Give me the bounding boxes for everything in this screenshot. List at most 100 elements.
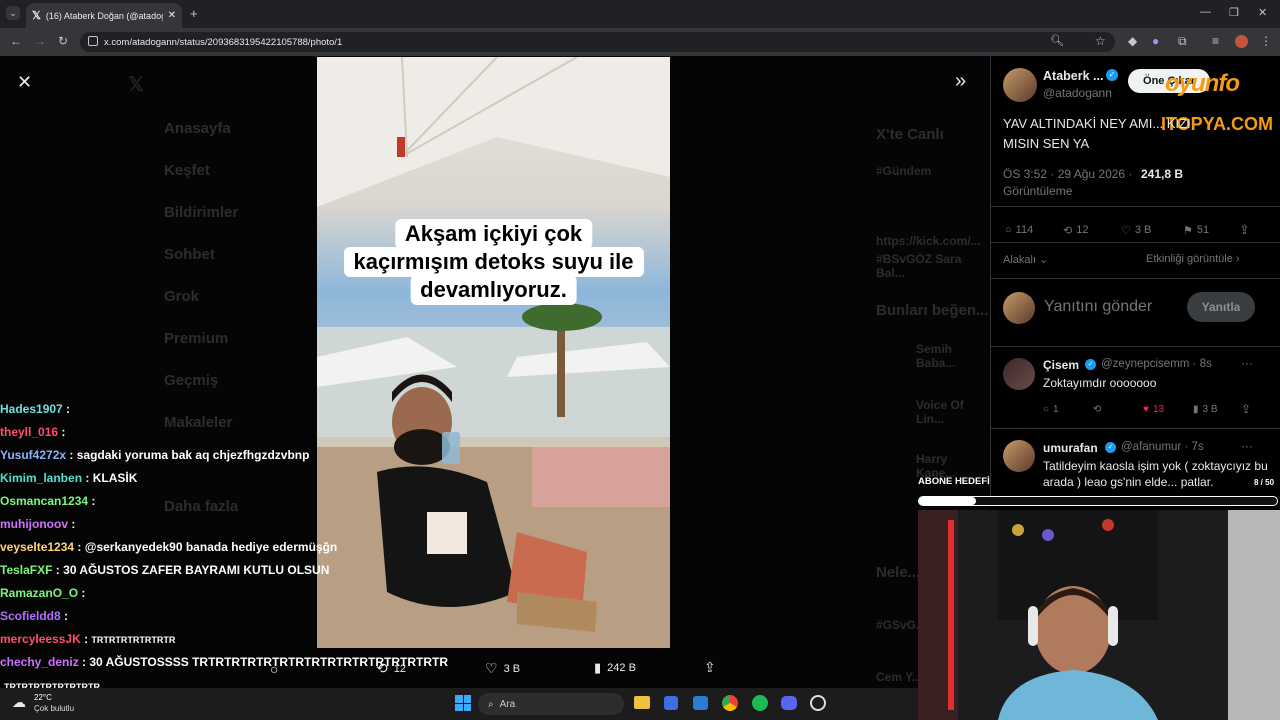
man-figure xyxy=(377,374,597,632)
tweet-time[interactable]: ÖS 3:52 · 29 Ağu 2026 · xyxy=(1003,167,1132,181)
reply-author[interactable]: umurafan xyxy=(1043,441,1098,455)
address-bar[interactable]: x.com/atadogann/status/20936831954221057… xyxy=(80,32,1115,52)
reply-author[interactable]: Çisem xyxy=(1043,358,1079,372)
menu-icon[interactable]: ⋮ xyxy=(1260,34,1272,48)
divider xyxy=(991,242,1280,243)
reply-like-count: 13 xyxy=(1152,404,1165,415)
outlook-icon[interactable] xyxy=(693,696,708,710)
sub-goal-bar xyxy=(918,496,1278,506)
minimize-icon[interactable]: — xyxy=(1200,6,1211,18)
chat-separator: : xyxy=(82,471,93,485)
tab-search-icon[interactable]: ⌄ xyxy=(6,6,20,20)
view-activity-link[interactable]: Etkinliği görüntüle › xyxy=(1146,253,1240,265)
close-media-icon[interactable]: ✕ xyxy=(17,72,32,93)
more-icon[interactable]: ··· xyxy=(1241,439,1253,453)
reply-input[interactable]: Yanıtını gönder xyxy=(1044,298,1152,316)
reply-views-button[interactable]: ▮ 3 B xyxy=(1193,404,1218,415)
bg-nav-premium: Premium xyxy=(164,330,229,347)
site-info-icon[interactable] xyxy=(88,36,98,46)
chat-username[interactable]: TeslaFXF xyxy=(0,563,52,577)
browser-tab[interactable]: 𝕏 (16) Ataberk Doğan (@atadoga... ✕ xyxy=(26,3,182,28)
file-explorer-icon[interactable] xyxy=(634,696,650,709)
discord-icon[interactable] xyxy=(781,696,797,710)
divider xyxy=(991,206,1280,207)
chat-username[interactable]: muhijonoov xyxy=(0,517,68,531)
reply-handle[interactable]: @zeynepcisemm · 8s xyxy=(1101,358,1212,370)
author-name[interactable]: Ataberk ... xyxy=(1043,69,1103,83)
tab-close-icon[interactable]: ✕ xyxy=(168,10,176,21)
retweet-stat-button[interactable]: ⟲ 12 xyxy=(1063,224,1088,237)
reply-reply-button[interactable]: ○ 1 xyxy=(1043,404,1059,415)
extension-icon[interactable]: ◆ xyxy=(1128,34,1137,48)
reload-icon[interactable]: ↻ xyxy=(58,34,68,48)
reply-text: Zoktayımdır ooooooo xyxy=(1043,376,1157,390)
author-avatar[interactable] xyxy=(1003,68,1037,102)
reply-button[interactable]: Yanıtla xyxy=(1187,292,1255,322)
sidebar-icon[interactable]: ≡ xyxy=(1212,34,1219,48)
media-views-button[interactable]: ▮ 242 B xyxy=(594,660,636,676)
chat-separator: : xyxy=(62,402,71,416)
activity-label: Etkinliği görüntüle xyxy=(1146,253,1233,265)
extension2-icon[interactable]: ● xyxy=(1152,34,1159,48)
spotify-icon[interactable] xyxy=(752,695,768,711)
retweet-count: 12 xyxy=(1076,224,1089,236)
reply-avatar[interactable] xyxy=(1003,358,1035,390)
chat-text: 30 AĞUSTOS ZAFER BAYRAMI KUTLU OLSUN xyxy=(63,563,330,577)
chat-separator: : xyxy=(74,540,85,554)
chat-text: sagdaki yoruma bak aq chjezfhgzdzvbnp xyxy=(76,448,310,462)
bookmark-stat-button[interactable]: ⚑ 51 xyxy=(1183,224,1209,237)
profile-avatar[interactable] xyxy=(1235,35,1248,48)
reply-icon: ○ xyxy=(1005,224,1012,236)
zoom-icon[interactable]: 🔍︎ xyxy=(1050,34,1064,47)
sort-dropdown[interactable]: Alakalı ⌄ xyxy=(1003,253,1048,266)
chat-username[interactable]: Yusuf4272x xyxy=(0,448,66,462)
reply-like-button[interactable]: ♥ 13 xyxy=(1143,404,1164,415)
media-share-icon[interactable]: ⇪ xyxy=(704,659,716,676)
bg-live-link: https://kick.com/... xyxy=(876,234,981,248)
windows-taskbar: ☁ 22°C Çok bulutlu ⌕ Ara xyxy=(0,688,918,720)
window-close-icon[interactable]: ✕ xyxy=(1258,6,1267,19)
bg-nav-history: Geçmiş xyxy=(164,372,219,389)
chat-username[interactable]: chechy_deniz xyxy=(0,655,79,669)
chat-username[interactable]: Osmancan1234 xyxy=(0,494,88,508)
divider xyxy=(991,278,1280,279)
media-like-button[interactable]: ♡ 3 B xyxy=(485,660,520,677)
forward-icon[interactable]: → xyxy=(34,34,46,48)
windows-start-icon[interactable] xyxy=(455,695,471,711)
new-tab-icon[interactable]: + xyxy=(190,6,198,21)
tab-title: (16) Ataberk Doğan (@atadoga... xyxy=(45,10,163,21)
chat-username[interactable]: veyselte1234 xyxy=(0,540,74,554)
reply-stat-button[interactable]: ○ 114 xyxy=(1005,224,1033,236)
chat-username[interactable]: Kimim_lanben xyxy=(0,471,82,485)
media-like-count: 3 B xyxy=(503,662,521,675)
reply-handle[interactable]: @afanumur · 7s xyxy=(1121,441,1204,453)
more-icon[interactable]: ··· xyxy=(1241,356,1253,370)
share-icon[interactable]: ⇪ xyxy=(1241,402,1251,416)
chat-username[interactable]: Scofieldd8 xyxy=(0,609,61,623)
reply-avatar[interactable] xyxy=(1003,440,1035,472)
maximize-icon[interactable]: ❐ xyxy=(1229,6,1239,19)
heart-icon: ♡ xyxy=(485,660,498,676)
back-icon[interactable]: ← xyxy=(10,34,22,48)
extensions-puzzle-icon[interactable]: ⧉ xyxy=(1178,34,1187,49)
chat-username[interactable]: theyll_016 xyxy=(0,425,58,439)
chat-separator: : xyxy=(80,632,92,646)
tweet-photo[interactable]: Akşam içkiyi çok kaçırmışım detoks suyu … xyxy=(317,57,670,648)
chat-username[interactable]: RamazanO_O xyxy=(0,586,78,600)
app-icon[interactable] xyxy=(810,695,826,711)
like-stat-button[interactable]: ♡ 3 B xyxy=(1121,224,1151,237)
chat-username[interactable]: Hades1907 xyxy=(0,402,63,416)
bg-nav-more: Daha fazla xyxy=(164,498,239,515)
bookmark-star-icon[interactable]: ☆ xyxy=(1095,34,1106,48)
reply-retweet-icon[interactable]: ⟲ xyxy=(1093,404,1101,415)
store-icon[interactable] xyxy=(664,696,678,710)
photo-caption-line-3: devamlıyoruz. xyxy=(410,275,577,305)
chat-message: Kimim_lanben : KLASİK xyxy=(0,471,137,485)
taskbar-search[interactable]: ⌕ Ara xyxy=(478,693,624,715)
collapse-panel-icon[interactable]: » xyxy=(955,70,966,93)
chat-username[interactable]: mercyleessJK xyxy=(0,632,81,646)
heart-filled-icon: ♥ xyxy=(1143,404,1149,415)
chrome-icon[interactable] xyxy=(722,695,738,711)
share-icon[interactable]: ⇪ xyxy=(1239,222,1250,238)
author-handle[interactable]: @atadogann xyxy=(1043,86,1112,100)
